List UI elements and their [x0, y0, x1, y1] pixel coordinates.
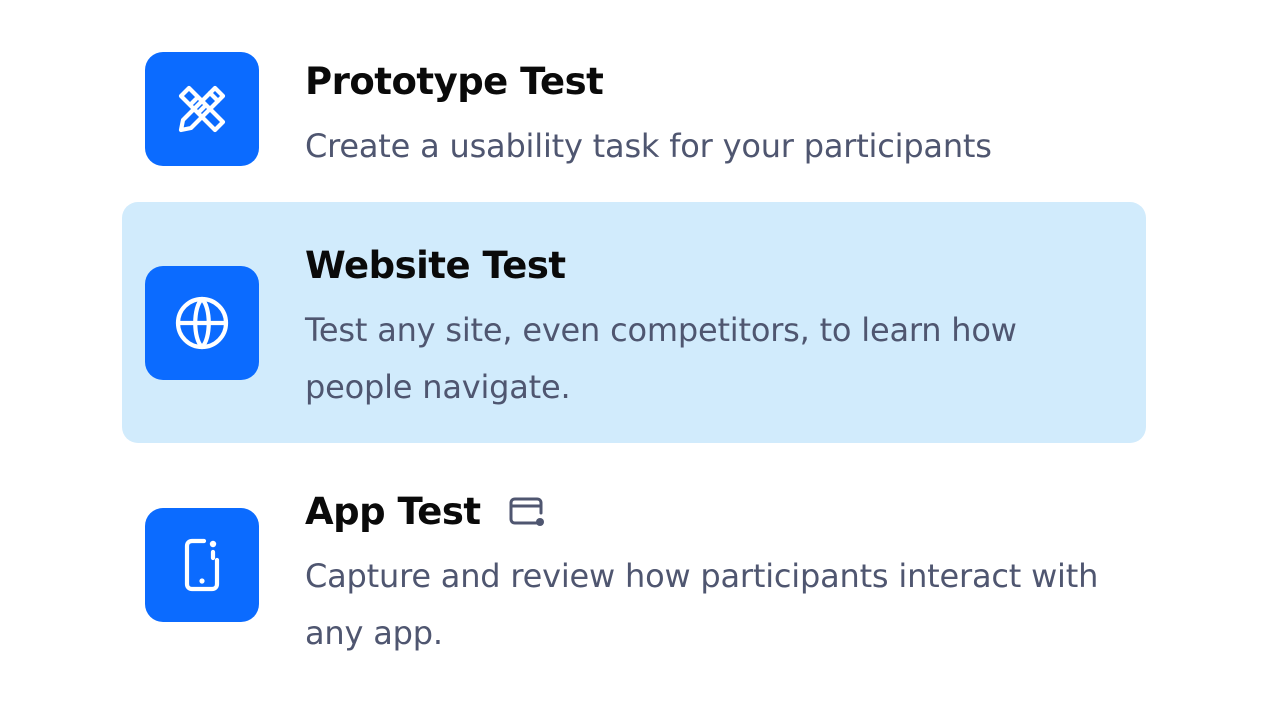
pencil-ruler-icon [178, 85, 226, 133]
option-website-test[interactable]: Website Test Test any site, even competi… [122, 202, 1146, 443]
test-type-list: Prototype Test Create a usability task f… [0, 0, 1280, 720]
option-title: Website Test [305, 244, 566, 287]
option-description: Create a usability task for your partici… [305, 127, 992, 165]
globe-icon [175, 296, 229, 350]
screen-record-icon [507, 495, 547, 529]
option-title: Prototype Test [305, 60, 604, 103]
option-description: Capture and review how participants inte… [305, 557, 1099, 652]
option-description: Test any site, even competitors, to lear… [305, 311, 1017, 406]
app-icon-tile [145, 508, 259, 622]
website-icon-tile [145, 266, 259, 380]
option-app-test[interactable]: App Test Capture and review how particip… [122, 446, 1146, 686]
mobile-phone-icon [184, 538, 220, 592]
prototype-icon-tile [145, 52, 259, 166]
option-prototype-test[interactable]: Prototype Test Create a usability task f… [122, 20, 1146, 200]
option-title: App Test [305, 490, 481, 533]
